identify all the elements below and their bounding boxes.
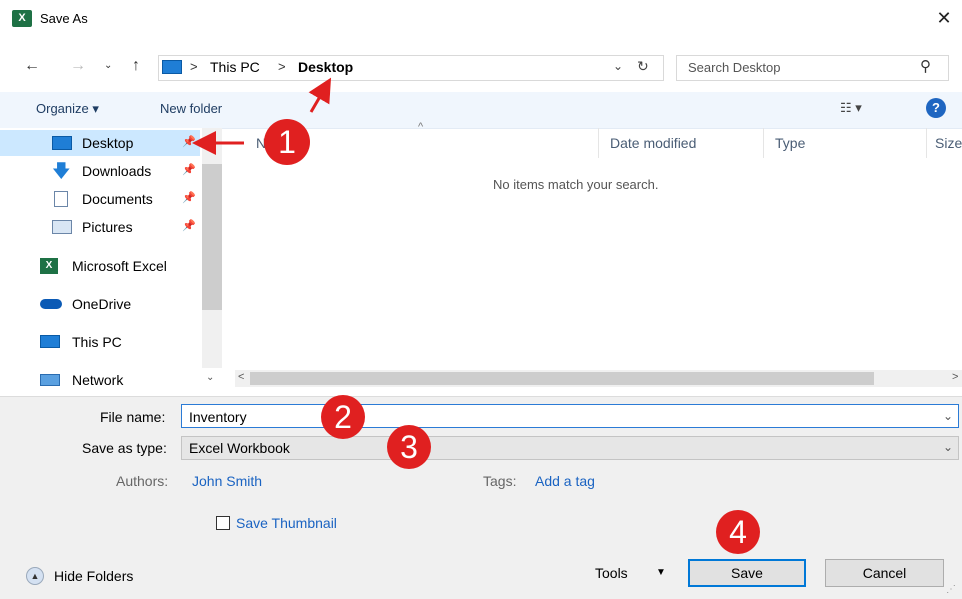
annotation-badge-1: 1 [264, 119, 310, 165]
annotation-badge-2: 2 [321, 395, 365, 439]
annotation-badge-4: 4 [716, 510, 760, 554]
arrow-to-breadcrumb [308, 77, 332, 113]
annotation-arrows [192, 77, 332, 155]
annotation-badge-3: 3 [387, 425, 431, 469]
